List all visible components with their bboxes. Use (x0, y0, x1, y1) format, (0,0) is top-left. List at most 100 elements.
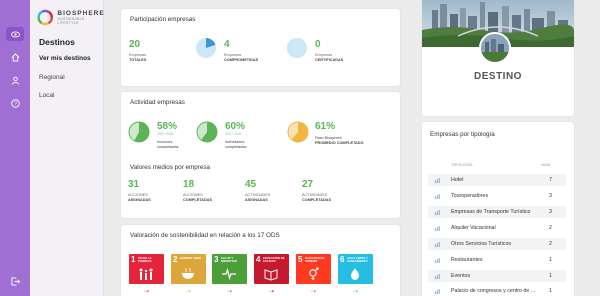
ods-arrow-4: ⇢ (268, 289, 275, 295)
row-value: 1 (549, 288, 552, 294)
row-name: Otros Servicios Turísticos (451, 241, 512, 247)
row-name: Eventos (451, 273, 471, 279)
row-value: 2 (549, 225, 552, 231)
bar-chart-icon (435, 274, 440, 279)
tipologia-col-name: TIPOLOGÍA (451, 162, 473, 167)
ods-number: 4 (256, 255, 261, 264)
medio-actividades-asignadas-value: 45 (245, 179, 257, 190)
destino-avatar (479, 32, 511, 64)
ods-text: SALUD Y BIENESTAR (221, 256, 237, 264)
bar-chart-icon (435, 210, 440, 215)
paso-biosphere-sublabel: PROMEDIO COMPLETADO (315, 141, 364, 145)
ods-text: AGUA LIMPIA Y SANEAMIENTO (347, 256, 368, 264)
acciones-pie (128, 121, 150, 143)
bar-chart-icon (435, 178, 440, 183)
brand-tagline: SUSTAINABLE LIFESTYLE (57, 17, 85, 25)
acciones-label: Acciones (157, 140, 173, 144)
table-row[interactable]: Otros Servicios Turísticos 2 (428, 238, 566, 250)
ods-number: 1 (131, 255, 136, 264)
row-name: Empresas de Transporte Turístico (451, 209, 531, 215)
sidebar-item-local[interactable]: Local (39, 92, 55, 99)
table-row[interactable]: Eventos 1 (428, 270, 566, 282)
tipologia-col-num: NÚM. (541, 162, 552, 167)
stat-comprometidas-sublabel: COMPROMETIDAS (224, 58, 259, 62)
table-row[interactable]: Empresas de Transporte Turístico 3 (428, 206, 566, 218)
medio-actividades-asignadas-sublabel: ASIGNADAS (245, 198, 268, 202)
bar-chart-icon (435, 242, 440, 247)
stat-certificadas-label: Empresas (315, 53, 333, 57)
table-row[interactable]: Hotel 7 (428, 174, 566, 186)
stat-comprometidas-label: Empresas (224, 53, 242, 57)
medio-acciones-completadas-value: 18 (183, 179, 195, 190)
eye-icon[interactable] (6, 27, 24, 41)
medio-acciones-asignadas-value: 31 (128, 179, 140, 190)
ods-tile-1[interactable]: 1 FIN DE LA POBREZA (129, 254, 164, 284)
medio-acciones-asignadas-label: ACCIONES (128, 193, 148, 197)
bar-chart-icon (435, 289, 440, 294)
stat-certificadas-sublabel: CERTIFICADAS (315, 58, 344, 62)
participacion-card: Participación empresas 20 Empresas TOTAL… (121, 9, 400, 86)
acciones-detail: 353 / 608 (157, 132, 173, 136)
stat-certificadas-value: 0 (315, 39, 321, 50)
ods-text: EDUCACIÓN DE CALIDAD (263, 256, 285, 264)
participacion-title: Participación empresas (130, 16, 196, 23)
medios-title: Valores medios por empresa (130, 164, 211, 171)
ods-arrow-5: ⇢ (310, 289, 317, 295)
bar-chart-icon (435, 226, 440, 231)
medio-actividades-asignadas-label: ACTIVIDADES (245, 193, 271, 197)
sidebar-item-regional[interactable]: Regional (39, 74, 65, 81)
actividad-card: Actividad empresas 58% 353 / 608 Accione… (121, 92, 400, 218)
row-name: Restaurantes (451, 257, 483, 263)
brand-name: BIOSPHERE (57, 10, 105, 17)
stat-totales-sublabel: TOTALES (129, 58, 147, 62)
actividad-title: Actividad empresas (130, 99, 185, 106)
user-icon[interactable] (6, 73, 24, 87)
ods-text: HAMBRE CERO (180, 256, 202, 260)
row-value: 2 (549, 241, 552, 247)
tipologia-title: Empresas por tipología (430, 131, 495, 138)
destino-label: DESTINO (474, 71, 522, 82)
actividades-percent: 60% (225, 121, 246, 132)
family-icon (139, 268, 153, 280)
ods-tile-6[interactable]: 6 AGUA LIMPIA Y SANEAMIENTO (338, 254, 373, 284)
table-row[interactable]: Palacio de congresos y centro de ... 1 (428, 285, 566, 296)
logout-icon[interactable] (6, 274, 24, 288)
stat-comprometidas-value: 4 (224, 39, 230, 50)
sidebar-item-ver-mis-destinos[interactable]: Ver mis destinos (39, 55, 91, 62)
help-icon[interactable]: ? (6, 96, 24, 110)
table-row[interactable]: Restaurantes 1 (428, 254, 566, 266)
medio-actividades-completadas-value: 27 (302, 179, 314, 190)
row-name: Hotel (451, 177, 464, 183)
paso-biosphere-pie (287, 121, 309, 143)
acciones-sublabel: completadas (157, 145, 179, 149)
certificadas-pie (287, 38, 307, 58)
ods-tile-5[interactable]: 5 IGUALDAD DE GÉNERO (296, 254, 331, 284)
table-row[interactable]: Alquiler Vacacional 2 (428, 222, 566, 234)
biosphere-logo (37, 9, 53, 26)
table-row[interactable]: Touroperadores 3 (428, 190, 566, 202)
ods-number: 2 (173, 255, 178, 264)
ods-arrow-2: ⇢ (185, 289, 192, 295)
ods-tile-3[interactable]: 3 SALUD Y BIENESTAR (212, 254, 247, 284)
water-icon (351, 268, 359, 280)
ods-text: IGUALDAD DE GÉNERO (305, 256, 325, 264)
ods-arrow-6: ⇢ (352, 289, 359, 295)
gender-icon (309, 267, 319, 280)
ods-tile-4[interactable]: 4 EDUCACIÓN DE CALIDAD (254, 254, 289, 284)
row-value: 1 (549, 273, 552, 279)
row-name: Touroperadores (451, 193, 489, 199)
ods-tile-2[interactable]: 2 HAMBRE CERO (171, 254, 206, 284)
ods-card: Valoración de sostenibilidad en relación… (121, 225, 400, 296)
bar-chart-icon (435, 194, 440, 199)
ods-arrow-1: ⇢ (143, 289, 150, 295)
row-value: 1 (549, 257, 552, 263)
sidebar-title: Destinos (39, 37, 75, 47)
svg-text:?: ? (14, 101, 17, 107)
home-icon[interactable] (6, 50, 24, 64)
medio-actividades-completadas-sublabel: COMPLETADAS (302, 198, 332, 202)
ods-title: Valoración de sostenibilidad en relación… (130, 232, 280, 239)
medio-acciones-completadas-label: ACCIONES (183, 193, 203, 197)
heartbeat-icon (222, 267, 236, 281)
bowl-icon (182, 267, 194, 279)
row-value: 7 (549, 177, 552, 183)
